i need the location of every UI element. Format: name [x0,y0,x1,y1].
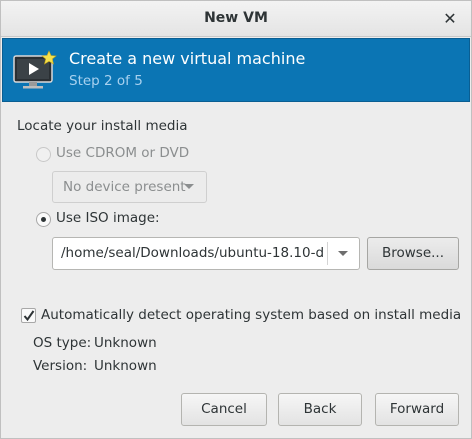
cdrom-device-combo: No device present [52,171,207,203]
banner-step: Step 2 of 5 [69,73,143,89]
os-type-label: OS type: [33,335,92,351]
window-title: New VM [204,10,268,26]
version-value: Unknown [94,358,157,374]
chevron-down-icon [184,184,194,189]
close-icon[interactable]: ✕ [441,10,459,28]
new-vm-window: New VM ✕ Create a new virtual machine St… [0,0,472,439]
auto-detect-label: Automatically detect operating system ba… [41,307,462,323]
iso-radio[interactable] [36,212,51,227]
back-button[interactable]: Back [278,393,362,426]
browse-button[interactable]: Browse... [367,237,459,270]
forward-button[interactable]: Forward [375,393,459,426]
banner-title: Create a new virtual machine [69,49,306,68]
checkmark-icon [23,310,35,322]
iso-path-input[interactable]: /home/seal/Downloads/ubuntu-18.10-deskto… [61,245,323,261]
cdrom-radio [36,147,51,162]
cdrom-label: Use CDROM or DVD [56,145,190,161]
install-media-heading: Locate your install media [17,118,188,134]
combo-separator [327,242,328,265]
auto-detect-checkbox[interactable] [21,308,36,323]
os-type-value: Unknown [94,335,157,351]
iso-label: Use ISO image: [56,210,160,226]
title-bar: New VM ✕ [1,1,471,37]
cancel-button[interactable]: Cancel [181,393,267,426]
version-label: Version: [33,358,88,374]
cdrom-device-value: No device present [63,179,186,195]
chevron-down-icon[interactable] [338,251,348,256]
monitor-new-vm-icon [13,50,57,89]
wizard-banner: Create a new virtual machine Step 2 of 5 [2,38,470,102]
iso-path-combo[interactable]: /home/seal/Downloads/ubuntu-18.10-deskto… [52,237,360,270]
